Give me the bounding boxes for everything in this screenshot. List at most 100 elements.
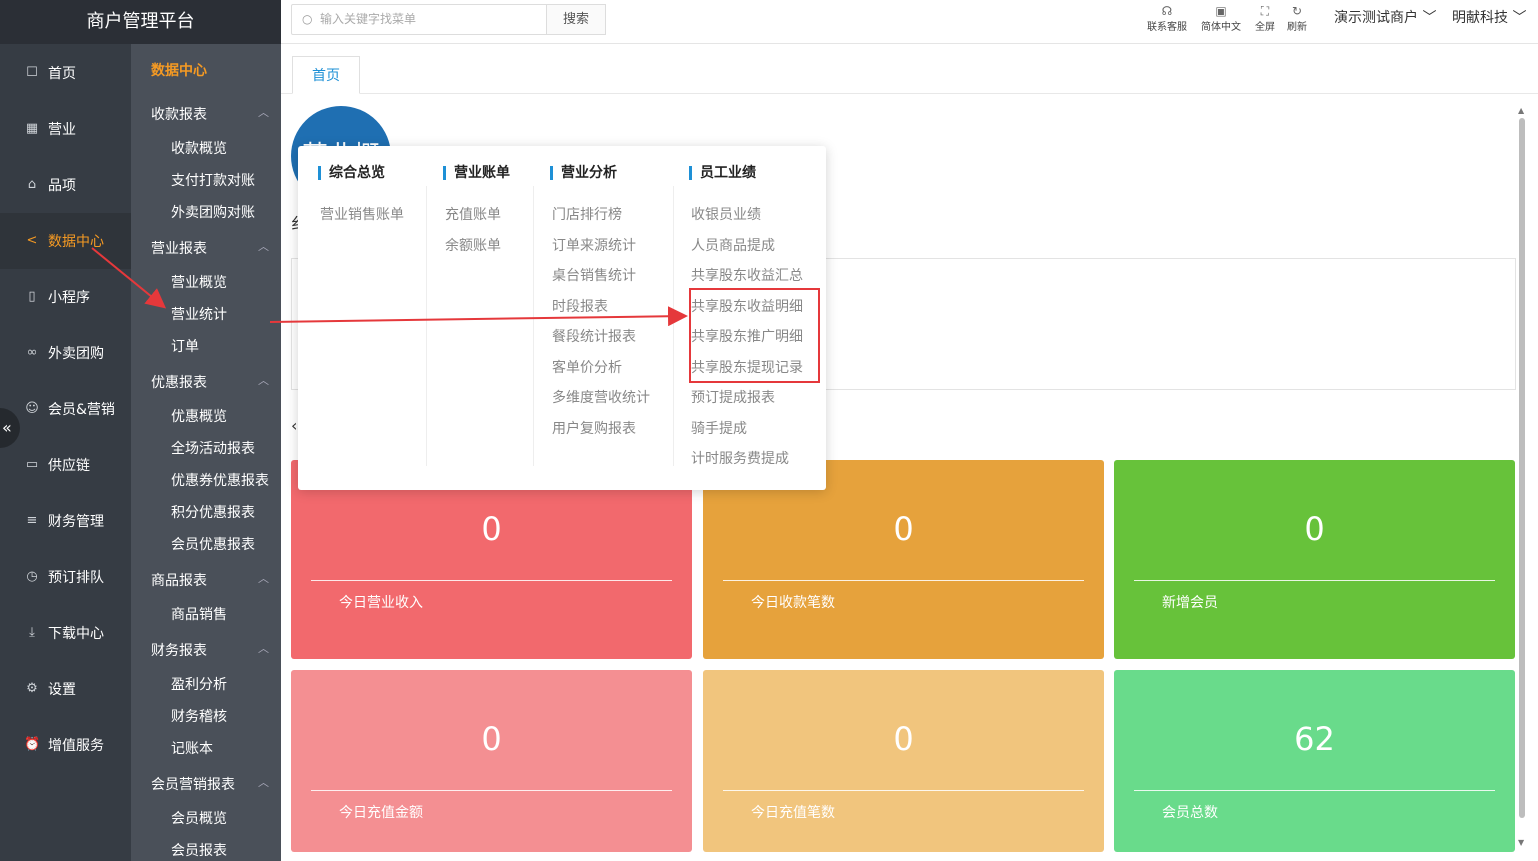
submenu-item[interactable]: 营业概览 xyxy=(171,272,227,292)
translate-button[interactable]: ▣ 简体中文 xyxy=(1201,4,1241,33)
stat-card[interactable]: 62 会员总数 xyxy=(1114,670,1515,852)
mega-menu-item[interactable]: 餐段统计报表 xyxy=(552,326,636,346)
fullscreen-button[interactable]: ⛶ 全屏 xyxy=(1255,4,1275,33)
mega-menu-item[interactable]: 余额账单 xyxy=(445,235,501,255)
submenu-group[interactable]: 商品报表 ︿ xyxy=(151,570,269,590)
submenu-item[interactable]: 积分优惠报表 xyxy=(171,502,255,522)
scrollbar-thumb[interactable] xyxy=(1519,118,1525,818)
sidebar-item-label: 下载中心 xyxy=(48,626,104,642)
mega-menu-item[interactable]: 收银员业绩 xyxy=(691,204,761,224)
mega-menu-item[interactable]: 客单价分析 xyxy=(552,357,622,377)
stat-divider xyxy=(723,580,1084,581)
mega-menu-item[interactable]: 营业销售账单 xyxy=(320,204,404,224)
stat-label: 今日营业收入 xyxy=(339,595,423,611)
scroll-down-icon[interactable]: ▼ xyxy=(1518,838,1524,847)
submenu-item[interactable]: 商品销售 xyxy=(171,604,227,624)
sidebar-item-8[interactable]: ≡ 财务管理 xyxy=(0,493,131,549)
submenu-item[interactable]: 财务稽核 xyxy=(171,706,227,726)
section-heading-stub-2: ‹ xyxy=(291,416,298,435)
sidebar-item-label: 增值服务 xyxy=(48,738,104,754)
calendar-icon: ▦ xyxy=(25,121,39,136)
search-input[interactable]: ○ 输入关键字找菜单 xyxy=(291,4,547,35)
mega-menu-item[interactable]: 计时服务费提成 xyxy=(691,448,789,468)
submenu-item[interactable]: 外卖团购对账 xyxy=(171,202,255,222)
submenu-group-label: 财务报表 xyxy=(151,643,207,659)
chevron-up-icon: ︿ xyxy=(258,106,269,119)
sidebar-item-2[interactable]: ⌂ 品项 xyxy=(0,157,131,213)
stat-value: 0 xyxy=(893,510,914,548)
mega-menu-item[interactable]: 门店排行榜 xyxy=(552,204,622,224)
headset-button[interactable]: ☊ 联系客服 xyxy=(1147,4,1187,33)
merchant-dropdown[interactable]: 演示测试商户 ﹀ xyxy=(1334,0,1436,36)
stat-divider xyxy=(723,790,1084,791)
submenu-item[interactable]: 会员优惠报表 xyxy=(171,534,255,554)
submenu-item[interactable]: 营业统计 xyxy=(171,304,227,324)
highlight-box xyxy=(689,288,820,383)
search-placeholder: 输入关键字找菜单 xyxy=(320,12,417,26)
submenu-title: 数据中心 xyxy=(151,63,207,79)
phone-icon: ▯ xyxy=(28,289,36,304)
sidebar-item-3[interactable]: < 数据中心 xyxy=(0,213,131,269)
chevron-up-icon: ︿ xyxy=(258,374,269,387)
stat-value: 62 xyxy=(1294,720,1335,758)
submenu-item[interactable]: 优惠券优惠报表 xyxy=(171,470,269,490)
user-icon: ☺ xyxy=(25,401,39,416)
sidebar-item-10[interactable]: ⤓ 下载中心 xyxy=(0,605,131,661)
mega-menu-item[interactable]: 订单来源统计 xyxy=(552,235,636,255)
submenu-group[interactable]: 收款报表 ︿ xyxy=(151,104,269,124)
submenu-item[interactable]: 记账本 xyxy=(171,738,213,758)
scrollbar[interactable]: ▲ ▼ xyxy=(1517,104,1527,861)
mega-menu-item[interactable]: 共享股东收益汇总 xyxy=(691,265,803,285)
submenu-item[interactable]: 收款概览 xyxy=(171,138,227,158)
tab-home[interactable]: 首页 xyxy=(292,56,360,94)
refresh-button[interactable]: ↻ 刷新 xyxy=(1287,4,1307,33)
sidebar-item-9[interactable]: ◷ 预订排队 xyxy=(0,549,131,605)
stat-divider xyxy=(1134,580,1495,581)
tab-bar: 首页 xyxy=(281,44,1538,94)
stat-card[interactable]: 0 新增会员 xyxy=(1114,460,1515,659)
mega-menu-item[interactable]: 人员商品提成 xyxy=(691,235,775,255)
submenu-item[interactable]: 支付打款对账 xyxy=(171,170,255,190)
mega-menu-item[interactable]: 桌台销售统计 xyxy=(552,265,636,285)
mega-column-head: 营业分析 xyxy=(550,166,617,180)
gear-icon: ⚙ xyxy=(26,681,38,696)
submenu-item[interactable]: 订单 xyxy=(171,336,199,356)
sidebar-item-4[interactable]: ▯ 小程序 xyxy=(0,269,131,325)
mega-menu-item[interactable]: 用户复购报表 xyxy=(552,418,636,438)
mega-menu-item[interactable]: 骑手提成 xyxy=(691,418,747,438)
submenu-item[interactable]: 优惠概览 xyxy=(171,406,227,426)
sidebar-item-7[interactable]: ▭ 供应链 xyxy=(0,437,131,493)
stat-divider xyxy=(311,790,672,791)
mega-menu-item[interactable]: 预订提成报表 xyxy=(691,387,775,407)
sidebar-item-5[interactable]: ∞ 外卖团购 xyxy=(0,325,131,381)
submenu-group[interactable]: 财务报表 ︿ xyxy=(151,640,269,660)
stat-value: 0 xyxy=(481,510,502,548)
company-dropdown[interactable]: 明献科技 ﹀ xyxy=(1452,0,1526,36)
submenu-item[interactable]: 全场活动报表 xyxy=(171,438,255,458)
sidebar-item-0[interactable]: ☐ 首页 xyxy=(0,45,131,101)
scroll-up-icon[interactable]: ▲ xyxy=(1518,106,1524,115)
mega-separator xyxy=(673,186,674,466)
submenu-group[interactable]: 营业报表 ︿ xyxy=(151,238,269,258)
submenu-item[interactable]: 会员概览 xyxy=(171,808,227,828)
header-icon-label: 简体中文 xyxy=(1201,22,1241,33)
mega-menu-item[interactable]: 多维度营收统计 xyxy=(552,387,650,407)
submenu-item[interactable]: 会员报表 xyxy=(171,840,227,860)
refresh-icon: ↻ xyxy=(1291,4,1303,18)
stat-value: 0 xyxy=(481,720,502,758)
search-button[interactable]: 搜索 xyxy=(547,4,606,35)
home-icon: ☐ xyxy=(26,65,38,80)
submenu-group[interactable]: 会员营销报表 ︿ xyxy=(151,774,269,794)
sidebar-item-label: 会员&营销 xyxy=(48,402,115,418)
mega-menu-item[interactable]: 时段报表 xyxy=(552,296,608,316)
chevron-up-icon: ︿ xyxy=(258,572,269,585)
sidebar-item-11[interactable]: ⚙ 设置 xyxy=(0,661,131,717)
mega-menu-item[interactable]: 充值账单 xyxy=(445,204,501,224)
stat-card[interactable]: 0 今日充值笔数 xyxy=(703,670,1104,852)
sidebar-item-1[interactable]: ▦ 营业 xyxy=(0,101,131,157)
submenu-group[interactable]: 优惠报表 ︿ xyxy=(151,372,269,392)
sidebar-item-12[interactable]: ⏰ 增值服务 xyxy=(0,717,131,773)
submenu-item[interactable]: 盈利分析 xyxy=(171,674,227,694)
share-icon: < xyxy=(26,233,38,248)
stat-card[interactable]: 0 今日充值金额 xyxy=(291,670,692,852)
